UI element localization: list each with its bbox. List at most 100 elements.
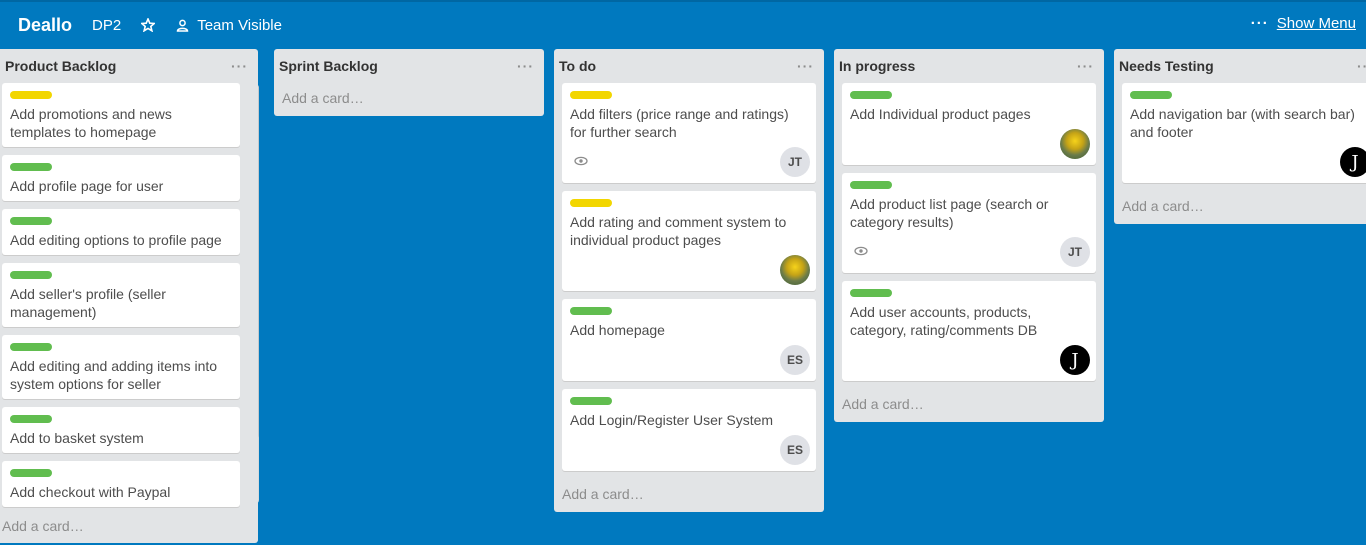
- card-footer: JT: [570, 147, 810, 177]
- card-label-green: [10, 271, 52, 279]
- card[interactable]: Add profile page for user: [2, 155, 240, 201]
- list-title[interactable]: To do: [559, 58, 596, 74]
- list-to-do: To do ··· Add filters (price range and rat…: [554, 49, 824, 512]
- card-title: Add user accounts, products, category, r…: [850, 304, 1038, 338]
- card[interactable]: Add editing options to profile page: [2, 209, 240, 255]
- card-label-green: [1130, 91, 1172, 99]
- card[interactable]: Add promotions and news templates to hom…: [2, 83, 240, 147]
- list-header: In progress ···: [834, 49, 1104, 83]
- team-visible-button[interactable]: Team Visible: [197, 17, 282, 34]
- card-label-green: [850, 289, 892, 297]
- eye-icon: [854, 243, 868, 256]
- card-title: Add product list page (search or categor…: [850, 196, 1049, 230]
- list-needs-testing: Needs Testing ··· Add navigation bar (with…: [1114, 49, 1366, 224]
- list-header: Sprint Backlog ···: [274, 49, 544, 83]
- card-label-green: [570, 307, 612, 315]
- more-horizontal-icon: ···: [1250, 15, 1269, 32]
- avatar[interactable]: JT: [1060, 237, 1090, 267]
- card-list: Add promotions and news templates to hom…: [0, 83, 258, 507]
- board-name[interactable]: DP2: [92, 17, 121, 34]
- show-menu-label: Show Menu: [1276, 15, 1356, 32]
- card-label-green: [10, 415, 52, 423]
- card-label-green: [10, 343, 52, 351]
- board-logo-title[interactable]: Deallo: [18, 15, 72, 36]
- avatar[interactable]: J: [1340, 147, 1366, 177]
- list-in-progress: In progress ··· Add Individual product pag…: [834, 49, 1104, 422]
- card-label-green: [10, 163, 52, 171]
- card-title: Add promotions and news templates to hom…: [10, 106, 172, 140]
- card[interactable]: Add seller's profile (seller management): [2, 263, 240, 327]
- card-footer: J: [1130, 147, 1366, 177]
- board-header: Deallo DP2 Team Visible ··· Show Menu: [0, 2, 1366, 48]
- team-icon: [175, 18, 189, 32]
- list-title[interactable]: Needs Testing: [1119, 58, 1214, 74]
- card[interactable]: Add editing and adding items into system…: [2, 335, 240, 399]
- card-label-green: [570, 397, 612, 405]
- card[interactable]: Add navigation bar (with search bar) and…: [1122, 83, 1366, 183]
- card-title: Add Login/Register User System: [570, 412, 774, 428]
- card[interactable]: Add rating and comment system to individ…: [562, 191, 816, 291]
- card-footer: ES: [570, 435, 810, 465]
- star-icon[interactable]: [141, 18, 156, 32]
- list-menu-icon[interactable]: ···: [797, 58, 814, 74]
- card-footer: ES: [570, 345, 810, 375]
- list-title[interactable]: Sprint Backlog: [279, 58, 378, 74]
- card[interactable]: Add homepage ES: [562, 299, 816, 381]
- card-label-green: [10, 217, 52, 225]
- card-label-yellow: [570, 91, 612, 99]
- card-title: Add editing and adding items into system…: [10, 358, 218, 392]
- card-label-yellow: [10, 91, 52, 99]
- card-title: Add navigation bar (with search bar) and…: [1130, 106, 1355, 140]
- avatar[interactable]: J: [1060, 345, 1090, 375]
- card-title: Add filters (price range and ratings) fo…: [570, 106, 789, 140]
- card-list: Add Individual product pages Add product …: [834, 83, 1104, 381]
- card-title: Add profile page for user: [10, 178, 164, 194]
- add-card-button[interactable]: Add a card…: [834, 389, 1104, 422]
- card-label-yellow: [570, 199, 612, 207]
- list-header: Product Backlog ···: [0, 49, 258, 83]
- list-menu-icon[interactable]: ···: [231, 58, 248, 74]
- card[interactable]: Add Individual product pages: [842, 83, 1096, 165]
- avatar[interactable]: ES: [780, 435, 810, 465]
- card[interactable]: Add to basket system: [2, 407, 240, 453]
- card-list: Add filters (price range and ratings) fo…: [554, 83, 824, 471]
- list-menu-icon[interactable]: ···: [1357, 58, 1366, 74]
- card-title: Add rating and comment system to individ…: [570, 214, 787, 248]
- avatar[interactable]: JT: [780, 147, 810, 177]
- card-title: Add seller's profile (seller management): [10, 286, 166, 320]
- list-menu-icon[interactable]: ···: [1077, 58, 1094, 74]
- card-footer: JT: [850, 237, 1090, 267]
- card-title: Add to basket system: [10, 430, 144, 446]
- card-label-green: [850, 181, 892, 189]
- list-title[interactable]: In progress: [839, 58, 915, 74]
- card[interactable]: Add filters (price range and ratings) fo…: [562, 83, 816, 183]
- card[interactable]: Add product list page (search or categor…: [842, 173, 1096, 273]
- card-footer: J: [850, 345, 1090, 375]
- show-menu-button[interactable]: ··· Show Menu: [1251, 15, 1356, 32]
- avatar[interactable]: ES: [780, 345, 810, 375]
- avatar[interactable]: [1060, 129, 1090, 159]
- card-title: Add checkout with Paypal: [10, 484, 171, 500]
- card-list: Add navigation bar (with search bar) and…: [1114, 83, 1366, 183]
- card-label-green: [10, 469, 52, 477]
- card-label-green: [850, 91, 892, 99]
- avatar[interactable]: [780, 255, 810, 285]
- card-title: Add homepage: [570, 322, 665, 338]
- card[interactable]: Add Login/Register User System ES: [562, 389, 816, 471]
- card[interactable]: Add user accounts, products, category, r…: [842, 281, 1096, 381]
- list-menu-icon[interactable]: ···: [517, 58, 534, 74]
- add-card-button[interactable]: Add a card…: [554, 479, 824, 512]
- list-header: To do ···: [554, 49, 824, 83]
- add-card-button[interactable]: Add a card…: [1114, 191, 1366, 224]
- card[interactable]: Add checkout with Paypal: [2, 461, 240, 507]
- eye-icon: [574, 153, 588, 166]
- card-footer: [570, 255, 810, 285]
- add-card-button[interactable]: Add a card…: [274, 83, 544, 116]
- card-footer: [850, 129, 1090, 159]
- list-product-backlog: Product Backlog ··· Add promotions and new…: [0, 49, 258, 543]
- card-title: Add Individual product pages: [850, 106, 1031, 122]
- list-header: Needs Testing ···: [1114, 49, 1366, 83]
- card-title: Add editing options to profile page: [10, 232, 222, 248]
- list-title[interactable]: Product Backlog: [5, 58, 116, 74]
- add-card-button[interactable]: Add a card…: [0, 514, 88, 538]
